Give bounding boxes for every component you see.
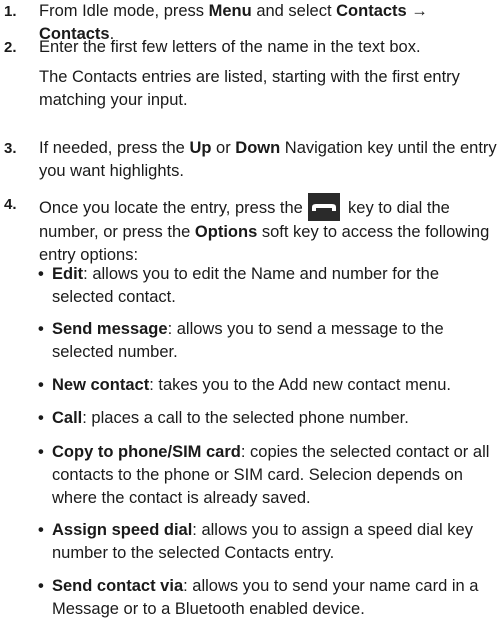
options-key-label: Options <box>194 223 258 241</box>
send-call-key-icon <box>308 193 341 221</box>
option-term: Send message <box>52 320 168 338</box>
step-number: 2. <box>4 39 17 56</box>
bullet-icon: • <box>38 409 44 427</box>
option-term: New contact <box>52 376 150 394</box>
menu-key-label: Menu <box>208 2 252 20</box>
bullet-icon: • <box>38 320 44 338</box>
up-key-label: Up <box>189 139 212 157</box>
bullet-icon: • <box>38 521 44 539</box>
step-text: If needed, press the Up or Down Navigati… <box>39 139 497 180</box>
step-number: 4. <box>4 196 17 213</box>
contacts-label: Contacts <box>336 2 407 20</box>
option-term: Copy to phone/SIM card <box>52 443 241 461</box>
step-number: 3. <box>4 140 17 157</box>
option-term: Edit <box>52 265 84 283</box>
step-text: Once you locate the entry, press the key… <box>39 193 501 267</box>
down-key-label: Down <box>235 139 281 157</box>
arrow-symbol: → <box>406 2 428 20</box>
option-term: Assign speed dial <box>52 521 193 539</box>
option-description: : allows you to edit the Name and number… <box>52 265 440 306</box>
option-term: Call <box>52 409 83 427</box>
step-text: Enter the first few letters of the name … <box>39 38 460 109</box>
step-number: 1. <box>4 3 17 20</box>
bullet-icon: • <box>38 443 44 461</box>
bullet-icon: • <box>38 577 44 595</box>
option-description: : places a call to the selected phone nu… <box>82 409 409 427</box>
manual-page: 1. From Idle mode, press Menu and select… <box>0 0 503 639</box>
bullet-icon: • <box>38 265 44 283</box>
bullet-icon: • <box>38 376 44 394</box>
option-term: Send contact via <box>52 577 184 595</box>
option-description: : takes you to the Add new contact menu. <box>149 376 451 394</box>
